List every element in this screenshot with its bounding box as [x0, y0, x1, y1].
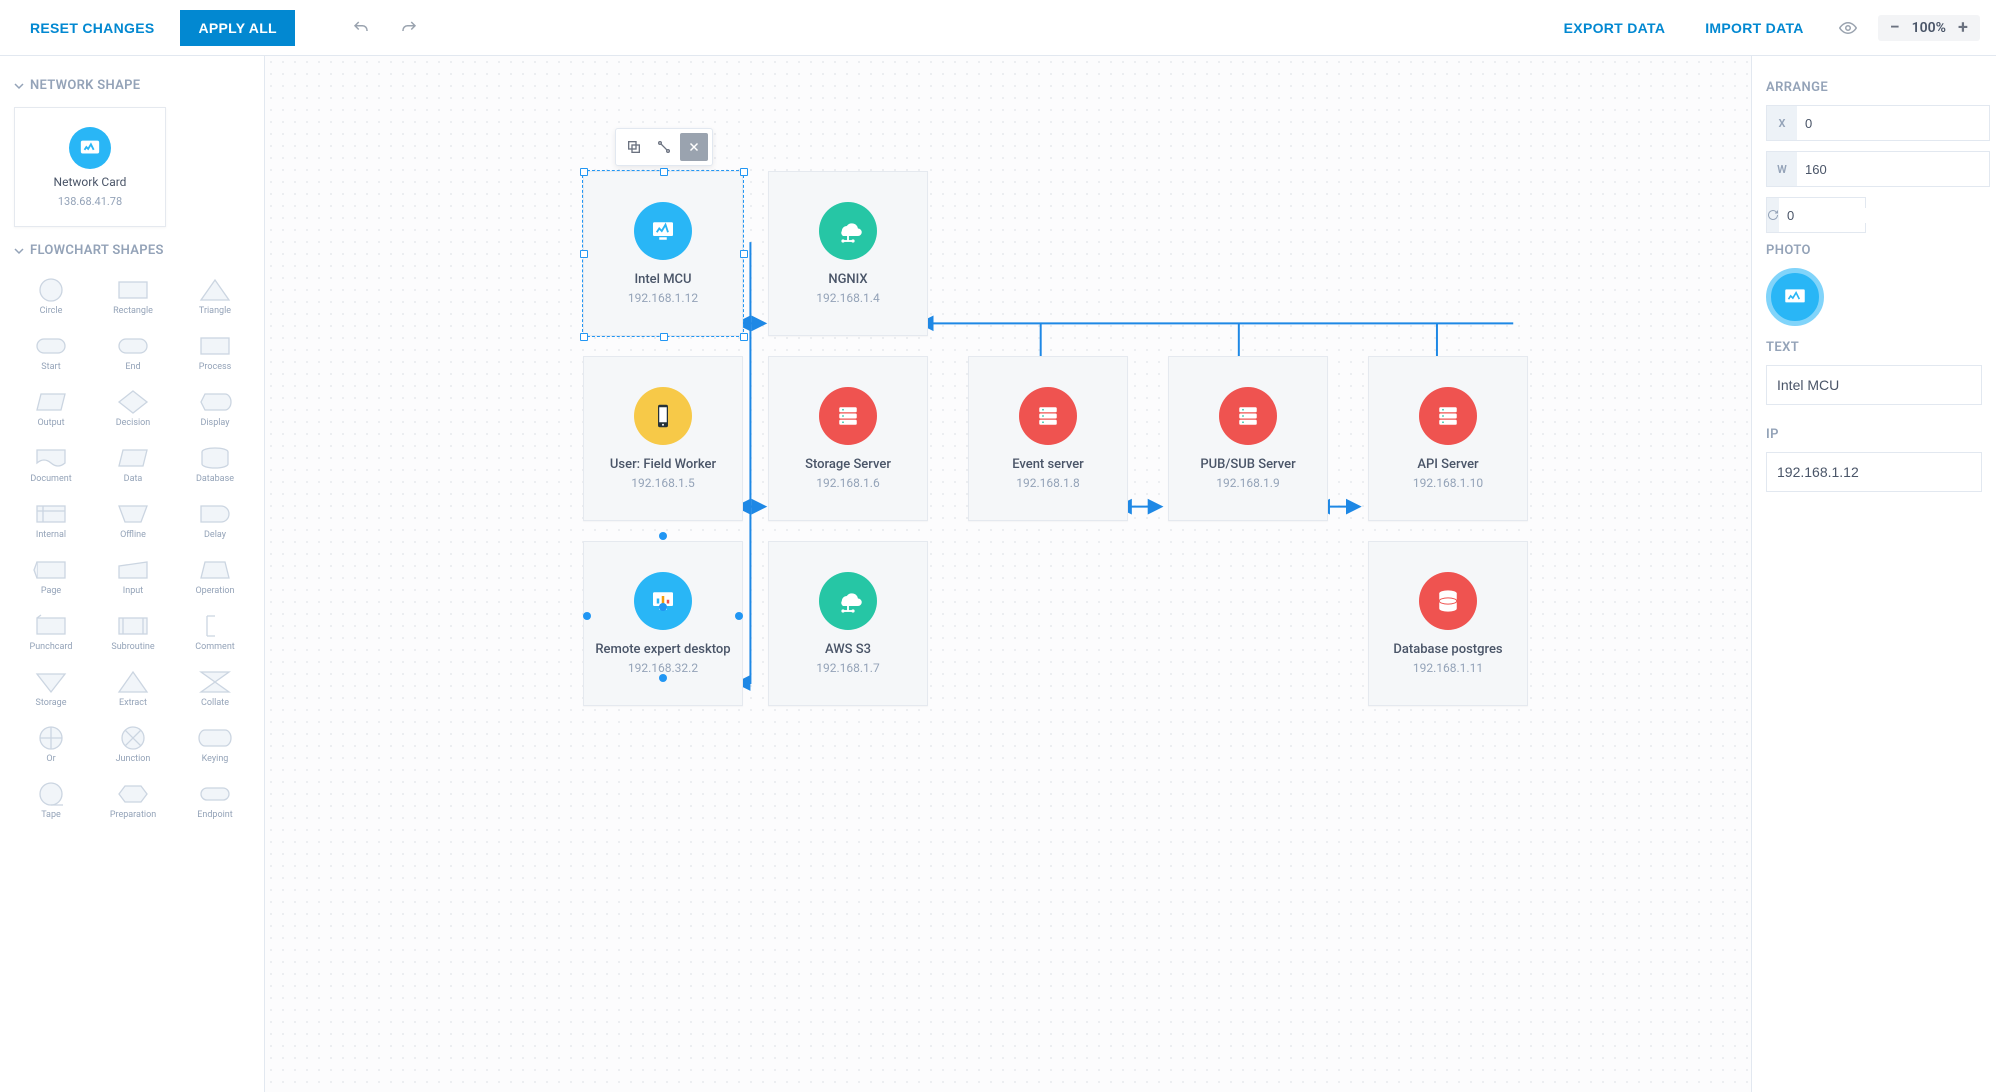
node-title: User: Field Worker [610, 457, 716, 472]
shape-page[interactable]: Page [12, 550, 90, 602]
shape-operation[interactable]: Operation [176, 550, 254, 602]
diagram-canvas[interactable]: Intel MCU 192.168.1.12 NGNIX 192.168.1.4 Use… [265, 56, 1751, 1092]
section-label: FLOWCHART SHAPES [30, 243, 164, 258]
apply-all-button[interactable]: APPLY ALL [180, 10, 294, 46]
node-ip: 192.168.1.10 [1413, 476, 1483, 490]
node-ip: 192.168.1.6 [816, 476, 879, 490]
shape-rectangle[interactable]: Rectangle [94, 270, 172, 322]
import-data-button[interactable]: IMPORT DATA [1691, 12, 1817, 44]
shape-data[interactable]: Data [94, 438, 172, 490]
network-card-ip: 138.68.41.78 [58, 195, 122, 208]
node-title: PUB/SUB Server [1200, 457, 1295, 472]
panel-section-ip: IP [1766, 427, 1982, 442]
panel-section-text: TEXT [1766, 340, 1982, 355]
node-storage[interactable]: Storage Server 192.168.1.6 [768, 356, 928, 521]
node-aws[interactable]: AWS S3 192.168.1.7 [768, 541, 928, 706]
shape-junction[interactable]: Junction [94, 718, 172, 770]
node-ip: 192.168.1.12 [628, 291, 698, 305]
node-ip: 192.168.1.11 [1413, 661, 1483, 675]
shape-start[interactable]: Start [12, 326, 90, 378]
ip-input[interactable] [1766, 452, 1982, 492]
section-network-shape[interactable]: NETWORK SHAPE [8, 68, 256, 101]
palette-network-card[interactable]: Network Card 138.68.41.78 [14, 107, 166, 227]
node-title: AWS S3 [825, 642, 871, 657]
undo-icon[interactable] [343, 10, 379, 46]
node-title: Remote expert desktop [595, 642, 730, 657]
shape-tape[interactable]: Tape [12, 774, 90, 826]
arrange-rotate-input[interactable] [1779, 208, 1971, 223]
node-event[interactable]: Event server 192.168.1.8 [968, 356, 1128, 521]
toolbar: RESET CHANGES APPLY ALL EXPORT DATA IMPO… [0, 0, 1996, 56]
shape-storage[interactable]: Storage [12, 662, 90, 714]
node-ip: 192.168.1.4 [816, 291, 879, 305]
shape-end[interactable]: End [94, 326, 172, 378]
shape-keying[interactable]: Keying [176, 718, 254, 770]
photo-preview[interactable] [1766, 268, 1824, 326]
arrange-w-field[interactable]: W [1766, 151, 1990, 187]
zoom-out-button[interactable]: − [1886, 19, 1904, 37]
zoom-in-button[interactable]: + [1954, 19, 1972, 37]
node-intel[interactable]: Intel MCU 192.168.1.12 [583, 171, 743, 336]
shape-output[interactable]: Output [12, 382, 90, 434]
zoom-level: 100% [1912, 20, 1946, 36]
shape-palette: NETWORK SHAPE Network Card 138.68.41.78 … [0, 56, 265, 1092]
preview-icon[interactable] [1830, 10, 1866, 46]
panel-section-arrange: ARRANGE [1766, 80, 1982, 95]
node-ip: 192.168.32.2 [628, 661, 698, 675]
shape-triangle[interactable]: Triangle [176, 270, 254, 322]
shape-display[interactable]: Display [176, 382, 254, 434]
node-title: Event server [1012, 457, 1084, 472]
node-ip: 192.168.1.7 [816, 661, 879, 675]
redo-icon[interactable] [391, 10, 427, 46]
shape-decision[interactable]: Decision [94, 382, 172, 434]
node-ip: 192.168.1.8 [1016, 476, 1079, 490]
arrange-rotate-field[interactable] [1766, 197, 1866, 233]
node-db[interactable]: Database postgres 192.168.1.11 [1368, 541, 1528, 706]
shape-preparation[interactable]: Preparation [94, 774, 172, 826]
shape-subroutine[interactable]: Subroutine [94, 606, 172, 658]
arrange-x-input[interactable] [1797, 116, 1989, 131]
node-title: Database postgres [1393, 642, 1502, 657]
node-title: NGNIX [828, 272, 867, 287]
shape-delay[interactable]: Delay [176, 494, 254, 546]
shape-extract[interactable]: Extract [94, 662, 172, 714]
node-nginx[interactable]: NGNIX 192.168.1.4 [768, 171, 928, 336]
shape-database[interactable]: Database [176, 438, 254, 490]
section-flowchart-shapes[interactable]: FLOWCHART SHAPES [8, 233, 256, 266]
node-user[interactable]: User: Field Worker 192.168.1.5 [583, 356, 743, 521]
shape-internal[interactable]: Internal [12, 494, 90, 546]
shape-endpoint[interactable]: Endpoint [176, 774, 254, 826]
shape-input[interactable]: Input [94, 550, 172, 602]
reset-changes-button[interactable]: RESET CHANGES [16, 12, 168, 44]
shape-process[interactable]: Process [176, 326, 254, 378]
shape-punchcard[interactable]: Punchcard [12, 606, 90, 658]
shape-comment[interactable]: Comment [176, 606, 254, 658]
rotate-icon [1767, 198, 1779, 232]
text-input[interactable] [1766, 365, 1982, 405]
zoom-control: − 100% + [1878, 15, 1980, 41]
node-ip: 192.168.1.9 [1216, 476, 1279, 490]
node-title: Storage Server [805, 457, 891, 472]
properties-panel: ARRANGE X Y W H PHOTO TEXT IP [1751, 56, 1996, 1092]
node-title: API Server [1417, 457, 1478, 472]
shape-collate[interactable]: Collate [176, 662, 254, 714]
export-data-button[interactable]: EXPORT DATA [1550, 12, 1680, 44]
node-title: Intel MCU [634, 272, 691, 287]
panel-section-photo: PHOTO [1766, 243, 1982, 258]
shape-document[interactable]: Document [12, 438, 90, 490]
network-card-title: Network Card [54, 175, 127, 189]
shape-or[interactable]: Or [12, 718, 90, 770]
shape-offline[interactable]: Offline [94, 494, 172, 546]
node-api[interactable]: API Server 192.168.1.10 [1368, 356, 1528, 521]
arrange-x-field[interactable]: X [1766, 105, 1990, 141]
section-label: NETWORK SHAPE [30, 78, 140, 93]
node-ip: 192.168.1.5 [631, 476, 694, 490]
arrange-w-input[interactable] [1797, 162, 1989, 177]
node-pubsub[interactable]: PUB/SUB Server 192.168.1.9 [1168, 356, 1328, 521]
shape-circle[interactable]: Circle [12, 270, 90, 322]
